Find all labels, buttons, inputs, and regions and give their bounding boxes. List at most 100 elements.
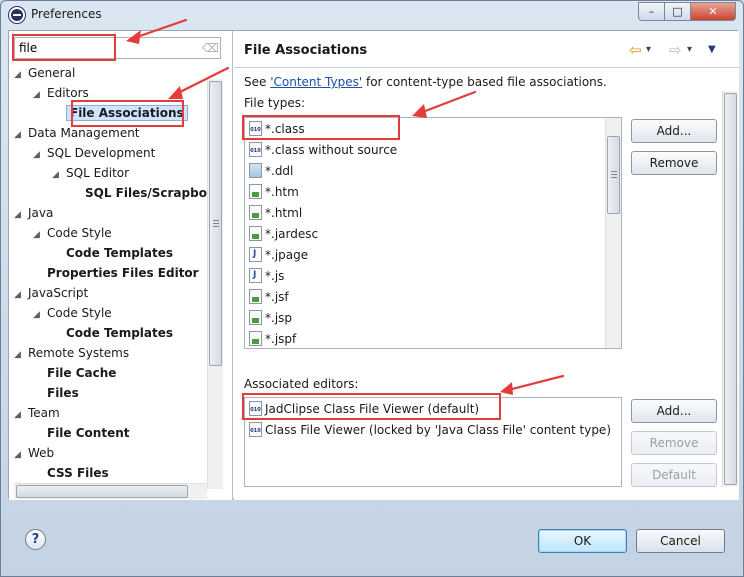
file-type-item[interactable]: *.jspf: [249, 329, 297, 348]
file-type-item[interactable]: *.ddl: [249, 161, 293, 182]
forward-arrow-icon[interactable]: ⇨: [669, 41, 682, 59]
help-icon[interactable]: ?: [25, 529, 46, 550]
expand-arrow-icon[interactable]: ◢: [33, 85, 47, 105]
expand-arrow-icon[interactable]: ◢: [14, 205, 28, 225]
tree-item-label: Code Style: [47, 306, 112, 320]
tree-item[interactable]: ◢ SQL Development: [33, 143, 155, 163]
back-arrow-icon[interactable]: ⇦: [629, 41, 642, 59]
default-editor-button[interactable]: Default: [631, 463, 717, 487]
remove-file-type-button[interactable]: Remove: [631, 151, 717, 175]
filter-field[interactable]: ⌫: [14, 37, 221, 59]
dialog-button-bar: ? OK Cancel: [1, 499, 743, 577]
file-type-item[interactable]: *.class: [249, 119, 305, 140]
tree-item[interactable]: ◢ JavaScript: [14, 283, 88, 303]
editor-item[interactable]: Class File Viewer (locked by 'Java Class…: [249, 420, 611, 441]
file-type-item[interactable]: *.js: [249, 266, 284, 287]
maximize-button[interactable]: □: [664, 2, 691, 21]
tree-item[interactable]: ◢ Web: [14, 443, 54, 463]
page-scroll-thumb[interactable]: [724, 93, 737, 485]
tree-vertical-scrollbar[interactable]: [207, 79, 223, 489]
file-type-item[interactable]: *.html: [249, 203, 302, 224]
view-menu-icon[interactable]: ▼: [708, 41, 716, 59]
expand-arrow-icon[interactable]: ◢: [52, 165, 66, 185]
eclipse-app-icon: [9, 7, 25, 23]
file-type-item[interactable]: *.jsf: [249, 287, 289, 308]
html-file-icon: [249, 184, 262, 199]
tree-item[interactable]: Code Templates: [52, 323, 173, 343]
expand-arrow-icon[interactable]: ◢: [14, 405, 28, 425]
content-types-hint: See 'Content Types' for content-type bas…: [244, 75, 607, 89]
tree-item[interactable]: Properties Files Editor: [33, 263, 199, 283]
file-type-item[interactable]: *.htm: [249, 182, 299, 203]
add-file-type-button[interactable]: Add...: [631, 119, 717, 143]
tree-item[interactable]: ◢ Editors: [33, 83, 89, 103]
class-file-icon: [249, 142, 262, 157]
preferences-window: Preferences – □ ✕ ⌫ ◢General◢EditorsFile…: [0, 0, 744, 577]
file-types-label: File types:: [244, 96, 305, 110]
file-types-list[interactable]: *.class *.class without source *.ddl *.htm *…: [244, 117, 622, 349]
file-type-label: *.jardesc: [265, 227, 319, 241]
expand-arrow-icon[interactable]: ◢: [14, 65, 28, 85]
remove-editor-button[interactable]: Remove: [631, 431, 717, 455]
tree-item[interactable]: ◢ Code Style: [33, 303, 112, 323]
tree-item-label: Team: [28, 406, 60, 420]
expand-arrow-icon[interactable]: ◢: [33, 225, 47, 245]
page-vertical-scrollbar[interactable]: [722, 91, 738, 487]
jsf-file-icon: [249, 289, 262, 304]
filter-input[interactable]: [17, 39, 197, 57]
tree-item[interactable]: ◢ Data Management: [14, 123, 140, 143]
file-type-item[interactable]: *.jardesc: [249, 224, 318, 245]
back-menu-icon[interactable]: ▾: [646, 41, 651, 59]
tree-item[interactable]: ◢ Team: [14, 403, 60, 423]
tree-item[interactable]: ◢ SQL Editor: [52, 163, 129, 183]
editor-label: JadClipse Class File Viewer (default): [265, 402, 480, 416]
minimize-button[interactable]: –: [638, 2, 665, 21]
editor-item[interactable]: JadClipse Class File Viewer (default): [249, 399, 479, 420]
tree-item-label: JavaScript: [28, 286, 89, 300]
tree-item[interactable]: ◢ General: [14, 63, 75, 83]
tree-item[interactable]: File Content: [33, 423, 130, 443]
page-navigation: ⇦ ▾ ⇨ ▾ ▼: [629, 41, 729, 59]
tree-item[interactable]: File Cache: [33, 363, 116, 383]
associated-editors-list[interactable]: JadClipse Class File Viewer (default) Cla…: [244, 397, 622, 487]
tree-item-label: CSS Files: [47, 466, 109, 480]
file-type-item[interactable]: *.jpage: [249, 245, 308, 266]
add-editor-button[interactable]: Add...: [631, 399, 717, 423]
expand-arrow-icon[interactable]: ◢: [14, 125, 28, 145]
expand-arrow-icon[interactable]: ◢: [14, 285, 28, 305]
expand-arrow-icon[interactable]: ◢: [33, 145, 47, 165]
tree-item[interactable]: CSS Files: [33, 463, 109, 483]
tree-item[interactable]: Code Templates: [52, 243, 173, 263]
file-types-scrollbar[interactable]: [605, 118, 621, 348]
content-types-link[interactable]: 'Content Types': [270, 75, 362, 89]
tree-horizontal-scrollbar[interactable]: [14, 483, 207, 499]
expand-arrow-icon[interactable]: ◢: [14, 345, 28, 365]
file-type-label: *.jspf: [265, 332, 297, 346]
tree-scroll-thumb[interactable]: [209, 81, 222, 366]
file-types-scroll-thumb[interactable]: [607, 136, 620, 214]
expand-arrow-icon[interactable]: ◢: [14, 445, 28, 465]
html-file-icon: [249, 205, 262, 220]
expand-arrow-icon[interactable]: ◢: [33, 305, 47, 325]
forward-menu-icon[interactable]: ▾: [687, 41, 692, 59]
eraser-icon[interactable]: ⌫: [202, 41, 219, 55]
tree-item[interactable]: ◢ Remote Systems: [14, 343, 129, 363]
tree-item-label: Java: [28, 206, 54, 220]
close-button[interactable]: ✕: [690, 2, 736, 21]
tree-item-label: Editors: [47, 86, 89, 100]
file-type-item[interactable]: *.jsp: [249, 308, 292, 329]
tree-item[interactable]: Files: [33, 383, 79, 403]
dialog-content: ⌫ ◢General◢EditorsFile Associations◢Data…: [8, 30, 739, 500]
jsp-file-icon: [249, 310, 262, 325]
file-type-item[interactable]: *.class without source: [249, 140, 397, 161]
tree-item[interactable]: ◢ Java: [14, 203, 53, 223]
cancel-button[interactable]: Cancel: [636, 529, 725, 553]
tree-item-label: Code Templates: [66, 326, 174, 340]
tree-item[interactable]: File Associations: [52, 103, 188, 123]
tree-item[interactable]: ◢ Code Style: [33, 223, 112, 243]
tree-hscroll-thumb[interactable]: [16, 485, 188, 498]
ok-button[interactable]: OK: [538, 529, 627, 553]
title-bar[interactable]: Preferences – □ ✕: [1, 1, 743, 29]
file-type-label: *.jsp: [265, 311, 293, 325]
tree-item[interactable]: SQL Files/Scrapbo: [71, 183, 207, 203]
